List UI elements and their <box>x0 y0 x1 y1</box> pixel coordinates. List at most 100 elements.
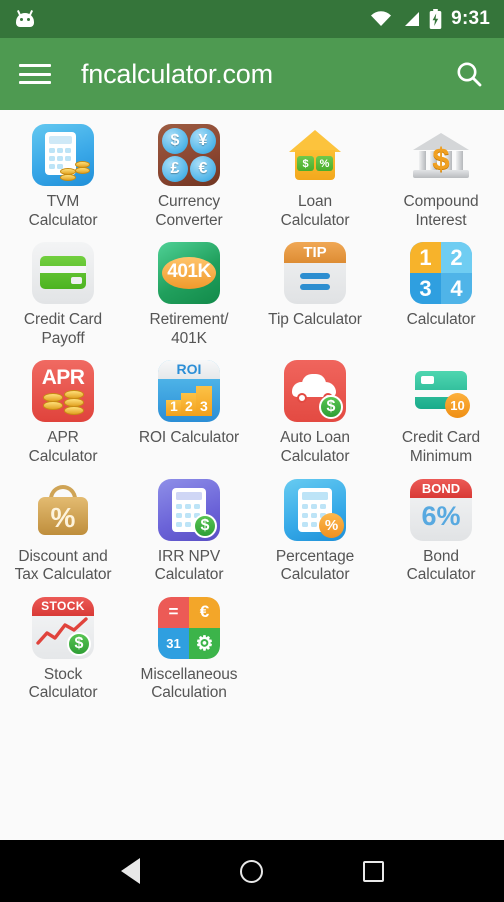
misc-tile-calendar: 31 <box>158 627 189 659</box>
misc-tile-equals: = <box>158 596 189 628</box>
grid-item-label: Percentage Calculator <box>276 548 354 585</box>
label-line1: Stock <box>43 665 83 683</box>
status-bar-clock: 9:31 <box>451 8 490 29</box>
android-head-icon <box>14 10 36 28</box>
label-line1: TVM <box>46 193 80 210</box>
irr-npv-calculator-icon: $ <box>158 478 220 541</box>
apr-badge-text: APR <box>41 366 85 390</box>
discount-tax-calculator-icon: % <box>32 479 94 541</box>
discount-percent-symbol: % <box>50 501 76 533</box>
roi-calculator-icon: ROI 1 2 3 <box>158 360 220 423</box>
home-icon[interactable] <box>235 854 269 888</box>
bond-calculator-icon: BOND 6% <box>410 478 472 541</box>
status-bar: 9:31 <box>0 0 504 38</box>
grid-item-label: Loan Calculator <box>281 193 350 230</box>
status-bar-left <box>14 10 370 28</box>
grid-item-label: Calculator <box>407 311 476 330</box>
grid-item-bond-calculator[interactable]: BOND 6% Bond Calculator <box>378 473 504 591</box>
page-title: fncalculator.com <box>81 58 273 89</box>
grid-item-retirement-401k[interactable]: 401K Retirement/ 401K <box>126 236 252 354</box>
label-line2: Interest <box>415 211 467 229</box>
grid-item-miscellaneous-calculation[interactable]: = € 31 ⚙ Miscellaneous Calculation <box>126 591 252 709</box>
calculator-icon: 1 2 3 4 <box>410 242 472 305</box>
grid-item-auto-loan-calculator[interactable]: $ Auto Loan Calculator <box>252 354 378 472</box>
compound-interest-icon: $ <box>410 124 472 186</box>
status-bar-right: 9:31 <box>370 8 490 30</box>
recents-icon[interactable] <box>356 854 390 888</box>
grid-item-label: Currency Converter <box>155 193 222 230</box>
roi-digit-3: 3 <box>200 398 208 415</box>
grid-item-label: Retirement/ 401K <box>149 311 228 348</box>
battery-charging-icon <box>429 9 442 29</box>
currency-symbol-eur: € <box>190 156 216 182</box>
grid-item-label: Compound Interest <box>403 193 478 230</box>
percentage-badge: % <box>319 512 344 538</box>
tvm-calculator-icon <box>32 124 94 186</box>
label-line2: Calculator <box>28 447 98 465</box>
grid-item-stock-calculator[interactable]: STOCK $ Stock Calculator <box>0 591 126 709</box>
grid-item-irr-npv-calculator[interactable]: $ IRR NPV Calculator <box>126 473 252 591</box>
currency-symbol-gbp: £ <box>162 156 188 182</box>
grid-item-label: TVM Calculator <box>29 193 98 230</box>
label-line2: Tax Calculator <box>14 566 112 584</box>
badge-401k-text: 401K <box>167 261 211 283</box>
calc-quadrant-3: 3 <box>410 273 441 305</box>
calc-quadrant-1: 1 <box>410 242 441 274</box>
grid-item-percentage-calculator[interactable]: % Percentage Calculator <box>252 473 378 591</box>
grid-item-label: Credit Card Payoff <box>24 311 102 348</box>
search-icon[interactable] <box>452 57 486 91</box>
cell-signal-icon <box>401 11 420 27</box>
android-navigation-bar <box>0 840 504 902</box>
label-line2: Calculator <box>280 566 350 584</box>
grid-item-discount-tax-calculator[interactable]: % Discount and Tax Calculator <box>0 473 126 591</box>
grid-item-credit-card-minimum[interactable]: 10 Credit Card Minimum <box>378 354 504 472</box>
grid-item-label: Credit Card Minimum <box>402 429 480 466</box>
miscellaneous-calculation-icon: = € 31 ⚙ <box>158 596 220 659</box>
app-bar: fncalculator.com <box>0 38 504 110</box>
label-line2: Calculation <box>151 684 227 702</box>
grid-item-tvm-calculator[interactable]: TVM Calculator <box>0 118 126 236</box>
label-line2: Calculator <box>154 566 224 584</box>
label-line1: APR <box>47 429 79 447</box>
grid-item-calculator[interactable]: 1 2 3 4 Calculator <box>378 236 504 354</box>
wifi-icon <box>370 11 392 27</box>
percentage-calculator-icon: % <box>284 478 346 541</box>
label-line1: Calculator <box>406 311 476 329</box>
grid-item-apr-calculator[interactable]: APR APR Calculator <box>0 354 126 472</box>
label-line2: Calculator <box>28 684 98 702</box>
credit-card-payoff-icon <box>32 242 94 305</box>
label-line2: Calculator <box>280 211 350 229</box>
label-line1: Miscellaneous <box>140 665 238 683</box>
label-line1: Retirement/ <box>149 311 229 329</box>
bank-dollar-symbol: $ <box>432 141 450 176</box>
label-line2: 401K <box>171 329 207 347</box>
grid-item-label: IRR NPV Calculator <box>155 548 224 585</box>
grid-item-label: Auto Loan Calculator <box>280 429 350 466</box>
misc-tile-gear: ⚙ <box>189 627 220 659</box>
label-line1: Bond <box>423 547 459 565</box>
currency-converter-icon: $ ¥ £ € <box>158 124 220 186</box>
grid-item-currency-converter[interactable]: $ ¥ £ € Currency Converter <box>126 118 252 236</box>
grid-item-compound-interest[interactable]: $ Compound Interest <box>378 118 504 236</box>
grid-item-tip-calculator[interactable]: TIP Tip Calculator <box>252 236 378 354</box>
grid-item-roi-calculator[interactable]: ROI 1 2 3 ROI Calculator <box>126 354 252 472</box>
grid-item-loan-calculator[interactable]: $ % Loan Calculator <box>252 118 378 236</box>
label-line1: Currency <box>157 193 221 210</box>
label-line1: Credit Card <box>23 311 103 329</box>
hamburger-menu-icon[interactable] <box>18 61 52 87</box>
grid-item-credit-card-payoff[interactable]: Credit Card Payoff <box>0 236 126 354</box>
back-icon[interactable] <box>114 854 148 888</box>
calc-quadrant-4: 4 <box>441 273 472 305</box>
tip-badge-text: TIP <box>284 242 346 264</box>
grid-item-label: Bond Calculator <box>407 548 476 585</box>
credit-card-minimum-badge: 10 <box>445 393 470 419</box>
stock-badge-text: STOCK <box>32 596 94 616</box>
currency-symbol-jpy: ¥ <box>190 128 216 154</box>
label-line2: Converter <box>155 211 223 229</box>
misc-tile-currency: € <box>189 596 220 628</box>
label-line1: Auto Loan <box>280 429 350 447</box>
label-line1: Tip Calculator <box>268 311 362 329</box>
grid-item-label: ROI Calculator <box>139 429 239 448</box>
label-line1: Credit Card <box>401 429 481 447</box>
stock-dollar-badge: $ <box>67 631 91 656</box>
